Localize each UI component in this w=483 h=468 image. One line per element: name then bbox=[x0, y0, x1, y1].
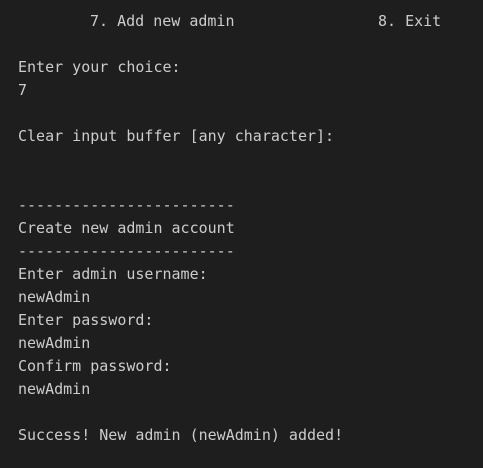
username-value: newAdmin bbox=[18, 288, 91, 306]
confirm-password-prompt: Confirm password: bbox=[18, 357, 172, 375]
choice-prompt: Enter your choice: bbox=[18, 58, 181, 76]
separator-bottom: ------------------------ bbox=[18, 242, 235, 260]
terminal-output[interactable]: 7. Add new admin 8. Exit Enter your choi… bbox=[0, 0, 483, 468]
success-message: Success! New admin (newAdmin) added! bbox=[18, 426, 344, 444]
menu-option-exit: 8. Exit bbox=[378, 12, 442, 30]
choice-value: 7 bbox=[18, 81, 28, 99]
clear-buffer-prompt: Clear input buffer [any character]: bbox=[18, 127, 335, 145]
separator-top: ------------------------ bbox=[18, 196, 235, 214]
password-value: newAdmin bbox=[18, 334, 91, 352]
section-title: Create new admin account bbox=[18, 219, 235, 237]
confirm-password-value: newAdmin bbox=[18, 380, 91, 398]
username-prompt: Enter admin username: bbox=[18, 265, 208, 283]
password-prompt: Enter password: bbox=[18, 311, 154, 329]
menu-option-add-admin: 7. Add new admin bbox=[90, 12, 235, 30]
